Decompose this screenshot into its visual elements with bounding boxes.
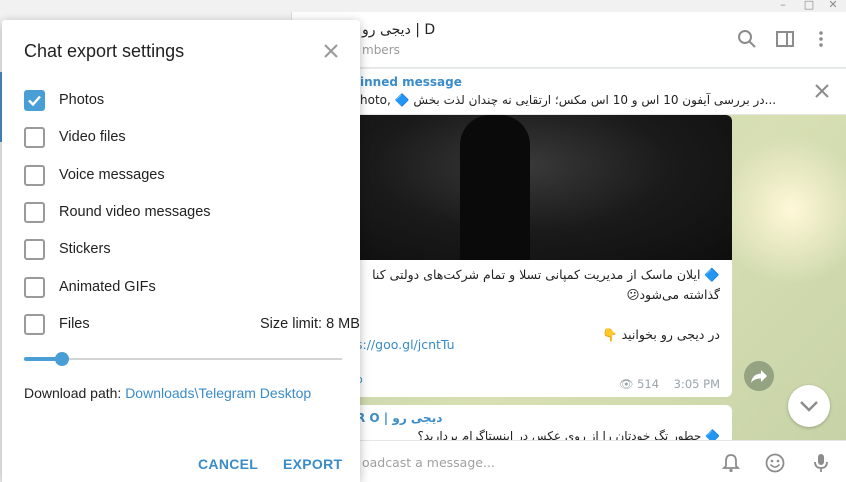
size-limit-slider[interactable] [24,351,342,367]
slider-track [24,358,342,360]
scroll-down-button[interactable] [788,385,830,427]
search-icon[interactable] [736,28,758,50]
minimize-button[interactable]: – [776,0,790,12]
message-views: 👁 514 [618,377,660,391]
cancel-button[interactable]: CANCEL [198,456,258,472]
chat-title[interactable]: دیجی رو | D [362,22,435,38]
window-close-button[interactable]: ✕ [826,0,840,12]
animated-gifs-checkbox[interactable] [24,277,45,298]
message-text: 🔷 چطور تگ خودتان را از روی عکس در اینستا… [417,429,720,440]
scroll-down-icon [800,401,818,412]
pinned-message-bar[interactable]: inned message hoto, 🔷 در بررسی آیفون 10 … [292,69,846,115]
message-bubble[interactable]: R O | دیجی رو 🔷 چطور تگ خودتان را از روی… [350,405,732,440]
close-pinned-icon[interactable] [812,81,832,101]
option-photos[interactable]: Photos [24,89,344,113]
photos-checkbox[interactable] [24,90,45,111]
bell-icon[interactable] [720,452,742,474]
message-bubble[interactable]: 🔷 ایلان ماسک از مدیریت کمپانی تسلا و تما… [350,115,732,397]
download-path-link[interactable]: Downloads\Telegram Desktop [125,385,311,401]
message-line: گذاشته می‌شود😕 [626,287,720,302]
microphone-icon[interactable] [810,452,832,474]
photo-figure [460,115,530,260]
sidebar-toggle-icon[interactable] [774,28,796,50]
download-path-label: Download path: [24,385,122,401]
export-button[interactable]: EXPORT [283,456,342,472]
option-label: Video files [59,129,126,145]
option-label: Files [59,316,90,332]
stickers-checkbox[interactable] [24,239,45,260]
round-video-messages-checkbox[interactable] [24,202,45,223]
window-titlebar: – □ ✕ [0,0,846,12]
option-label: Voice messages [59,167,165,183]
message-input-bar: oadcast a message... [292,440,846,482]
option-stickers[interactable]: Stickers [24,238,344,262]
share-button[interactable] [744,361,774,391]
option-round-video-messages[interactable]: Round video messages [24,201,344,225]
option-label: Animated GIFs [59,279,156,295]
message-meta: 👁 514 3:05 PM [619,377,720,391]
more-vert-icon[interactable] [810,28,832,50]
chat-area: 🔷 ایلان ماسک از مدیریت کمپانی تسلا و تما… [292,115,846,440]
maximize-button[interactable]: □ [802,0,816,12]
option-voice-messages[interactable]: Voice messages [24,164,344,188]
close-icon[interactable] [320,40,342,62]
message-link[interactable]: s://goo.gl/jcntTu [356,337,455,352]
chat-export-dialog: Chat export settings Photos Video files … [2,20,360,482]
check-icon [28,95,41,107]
slider-knob[interactable] [55,352,70,366]
files-checkbox[interactable] [24,314,45,335]
message-photo[interactable] [350,115,732,260]
size-limit-label: Size limit: 8 MB [260,316,360,332]
option-label: Stickers [59,241,111,257]
message-time: 3:05 PM [673,377,720,391]
message-sender[interactable]: R O | دیجی رو [356,411,442,425]
option-label: Round video messages [59,204,211,220]
chat-header: دیجی رو | D mbers [292,12,846,68]
voice-messages-checkbox[interactable] [24,165,45,186]
chat-subtitle: mbers [362,43,400,57]
video-files-checkbox[interactable] [24,127,45,148]
message-input[interactable]: oadcast a message... [362,455,495,470]
dialog-title: Chat export settings [24,41,185,61]
message-line [360,305,720,325]
pinned-title: inned message [360,75,462,89]
option-files[interactable]: Files Size limit: 8 MB [24,313,360,337]
pinned-text: hoto, 🔷 در بررسی آیفون 10 اس و 10 اس مکس… [360,93,777,107]
emoji-icon[interactable] [764,452,786,474]
download-path-row: Download path: Downloads\Telegram Deskto… [24,385,311,401]
option-video-files[interactable]: Video files [24,126,344,150]
share-icon [751,370,767,383]
background-wallpaper [716,135,846,285]
option-label: Photos [59,92,105,108]
message-text: 🔷 ایلان ماسک از مدیریت کمپانی تسلا و تما… [360,265,720,345]
option-animated-gifs[interactable]: Animated GIFs [24,276,344,300]
message-line: 🔷 ایلان ماسک از مدیریت کمپانی تسلا و تما… [372,267,720,282]
